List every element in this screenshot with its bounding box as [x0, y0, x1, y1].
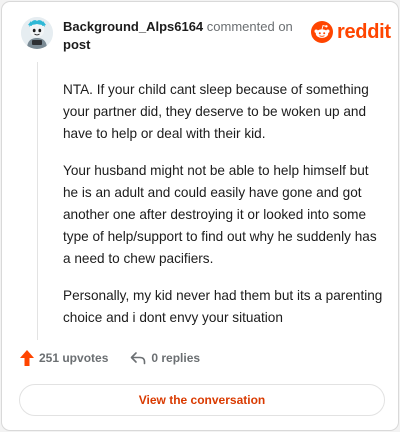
reddit-logo[interactable]: reddit — [311, 20, 391, 44]
comment-paragraph: Your husband might not be able to help h… — [63, 163, 377, 266]
user-avatar[interactable] — [21, 17, 53, 49]
reddit-logo-icon — [311, 21, 333, 43]
comment-paragraph: NTA. If your child cant sleep because of… — [63, 82, 369, 141]
snoo-avatar-icon — [21, 17, 53, 49]
comment-stats: 251 upvotes 0 replies — [20, 350, 200, 366]
thread-line — [37, 62, 38, 340]
upvote-count: 251 upvotes — [39, 351, 109, 365]
embedded-comment-card: Background_Alps6164 commented on post re… — [1, 1, 399, 431]
username-link[interactable]: Background_Alps6164 — [63, 19, 203, 34]
reply-stat[interactable]: 0 replies — [130, 351, 200, 365]
reddit-wordmark: reddit — [337, 21, 391, 43]
comment-header: Background_Alps6164 commented on post re… — [2, 2, 398, 62]
upvote-stat[interactable]: 251 upvotes — [20, 350, 108, 366]
comment-body: NTA. If your child cant sleep because of… — [63, 79, 383, 344]
comment-paragraph: Personally, my kid never had them but it… — [63, 288, 383, 325]
reply-count: 0 replies — [151, 351, 201, 365]
upvote-arrow-icon — [20, 350, 34, 366]
post-link[interactable]: post — [63, 36, 303, 54]
action-text: commented on — [206, 19, 293, 34]
comment-attribution: Background_Alps6164 commented on post — [63, 18, 303, 54]
reply-arrow-icon — [131, 352, 146, 365]
view-conversation-button[interactable]: View the conversation — [19, 384, 385, 416]
